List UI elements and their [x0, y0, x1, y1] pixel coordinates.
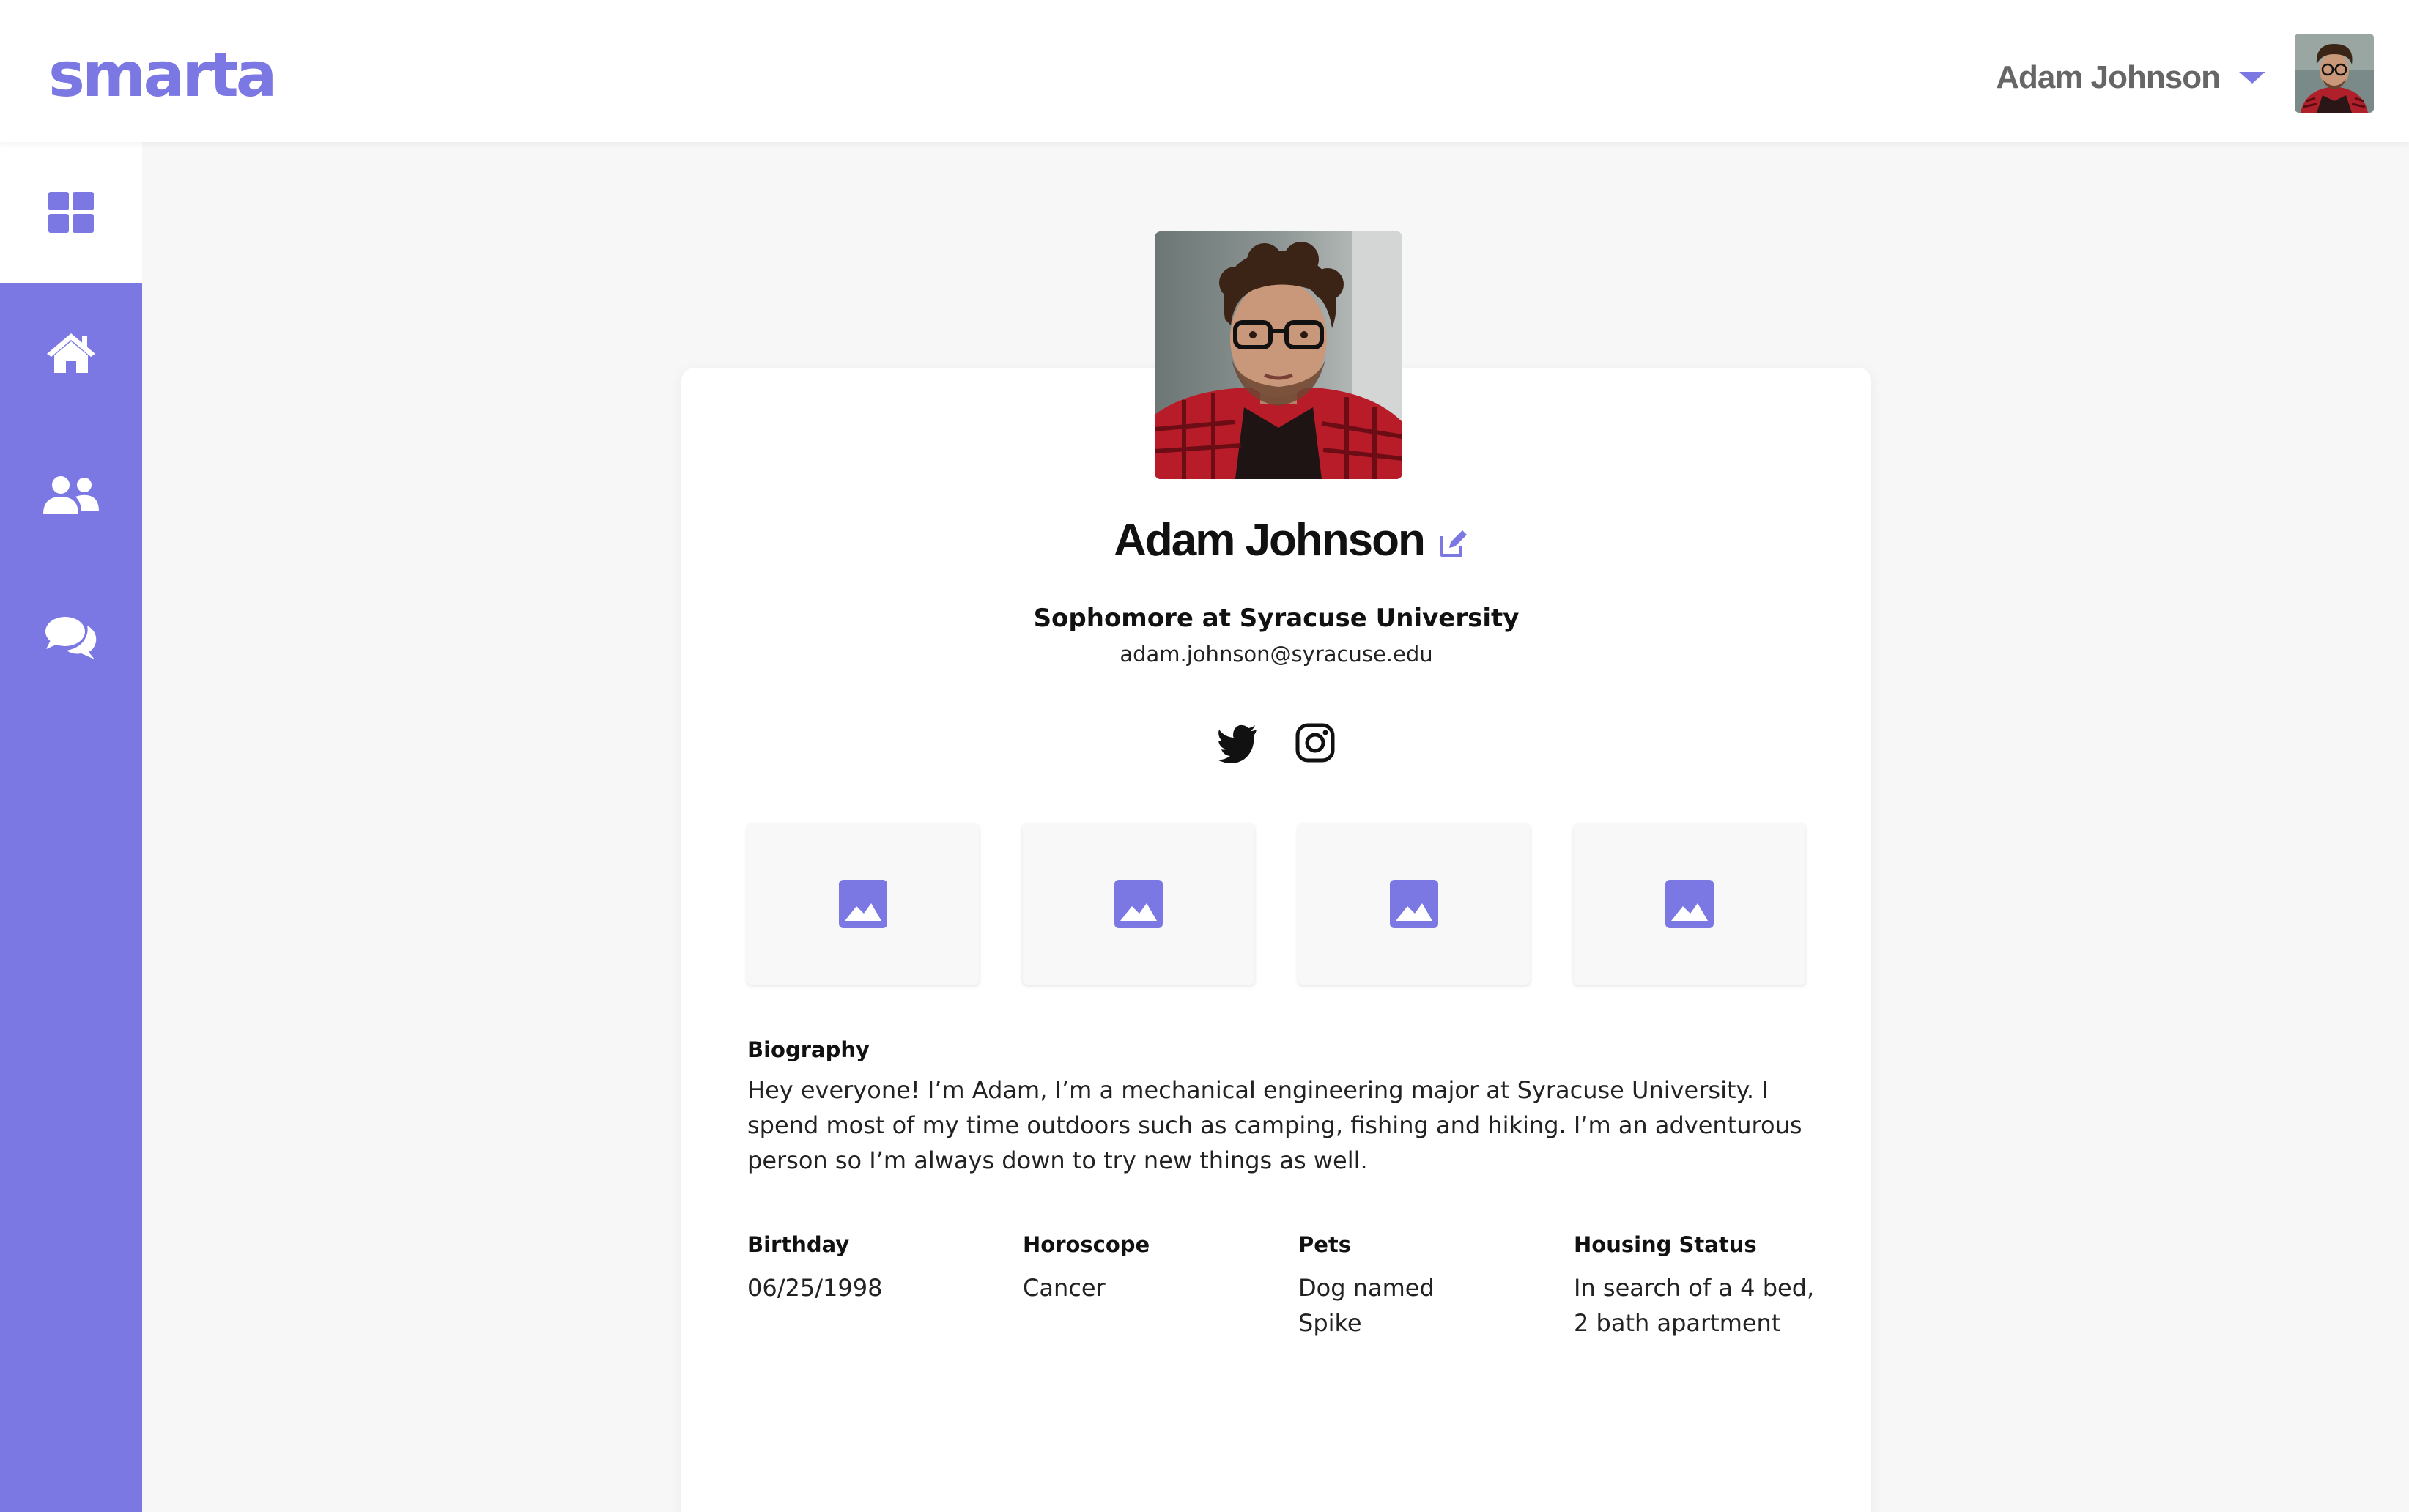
detail-housing-status: Housing Status In search of a 4 bed, 2 b… [1574, 1232, 1849, 1341]
detail-label: Housing Status [1574, 1232, 1757, 1257]
edit-icon[interactable] [1439, 529, 1468, 558]
sidebar-item-people[interactable] [0, 425, 142, 566]
biography-text: Hey everyone! I’m Adam, I’m a mechanical… [747, 1076, 1802, 1174]
gallery-thumbnail[interactable] [1298, 823, 1530, 985]
biography-label: Biography [747, 1037, 870, 1062]
detail-value: 06/25/1998 [747, 1274, 883, 1302]
image-placeholder-icon [1390, 880, 1438, 928]
gallery-thumbnail[interactable] [1023, 823, 1254, 985]
users-icon [43, 476, 99, 514]
detail-pets: Pets Dog named Spike [1298, 1232, 1574, 1341]
sidebar-item-dashboard[interactable] [0, 142, 142, 283]
detail-birthday: Birthday 06/25/1998 [747, 1232, 1023, 1341]
gallery-thumbnail[interactable] [747, 823, 979, 985]
profile-details: Birthday 06/25/1998 Horoscope Cancer Pet… [747, 1232, 1849, 1341]
twitter-icon[interactable] [1217, 722, 1258, 763]
gallery-thumbnail[interactable] [1574, 823, 1805, 985]
detail-horoscope: Horoscope Cancer [1023, 1232, 1298, 1341]
instagram-icon[interactable] [1295, 722, 1336, 763]
detail-label: Birthday [747, 1232, 850, 1257]
grid-icon [48, 192, 94, 233]
profile-card: Adam Johnson Sophomore at Syracuse Unive… [681, 368, 1871, 1512]
caret-down-icon[interactable] [2239, 72, 2265, 84]
app-logo[interactable]: smarta [48, 31, 277, 119]
sidebar-item-messages[interactable] [0, 567, 142, 708]
detail-label: Pets [1298, 1232, 1352, 1257]
profile-photo [1155, 231, 1402, 479]
image-placeholder-icon [1665, 880, 1714, 928]
detail-value: Cancer [1023, 1274, 1106, 1302]
image-placeholder-icon [839, 880, 887, 928]
detail-value: In search of a 4 bed, 2 bath apartment [1574, 1274, 1815, 1337]
detail-label: Horoscope [1023, 1232, 1150, 1257]
detail-value: Dog named Spike [1298, 1274, 1435, 1337]
profile-subtitle: Sophomore at Syracuse University [1033, 604, 1520, 633]
profile-email: adam.johnson@syracuse.edu [1120, 642, 1433, 667]
sidebar-item-dashboard-icon-wrap[interactable] [0, 142, 142, 283]
user-avatar[interactable] [2295, 34, 2374, 113]
photo-gallery [747, 823, 1805, 985]
sidebar [0, 142, 142, 1512]
top-bar: smarta Adam Johnson [0, 0, 2409, 142]
chat-bubbles-icon [45, 617, 97, 659]
profile-name: Adam Johnson [1114, 515, 1426, 566]
user-menu-name[interactable]: Adam Johnson [1996, 59, 2221, 96]
home-icon [47, 333, 95, 373]
user-menu[interactable]: Adam Johnson [1996, 42, 2265, 113]
image-placeholder-icon [1114, 880, 1163, 928]
social-links [681, 722, 1871, 763]
profile-name-row: Adam Johnson [681, 514, 1871, 566]
sidebar-item-home[interactable] [0, 283, 142, 423]
